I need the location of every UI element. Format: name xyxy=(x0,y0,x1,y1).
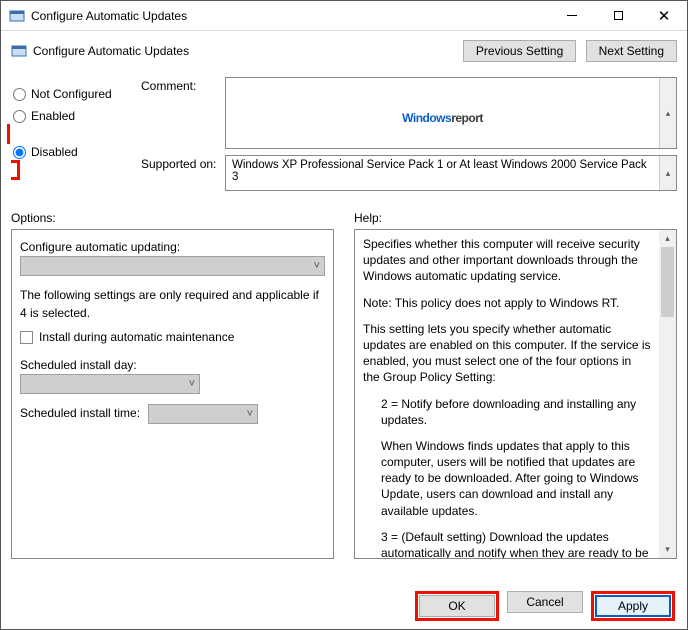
comment-textarea[interactable]: Windowsreport ▴ xyxy=(225,77,677,149)
dialog-window: Configure Automatic Updates ✕ Configure … xyxy=(0,0,688,630)
previous-setting-button[interactable]: Previous Setting xyxy=(463,40,576,62)
titlebar: Configure Automatic Updates ✕ xyxy=(1,1,687,31)
watermark-logo: Windowsreport xyxy=(402,97,483,129)
configure-updating-combo[interactable] xyxy=(20,256,325,276)
scrollbar-thumb[interactable] xyxy=(661,247,674,317)
policy-icon xyxy=(11,43,27,59)
radio-disabled[interactable]: Disabled xyxy=(11,141,141,163)
next-setting-button[interactable]: Next Setting xyxy=(586,40,677,62)
policy-icon xyxy=(9,8,25,24)
dialog-footer: OK Cancel Apply xyxy=(415,591,675,621)
highlight-ok: OK xyxy=(415,591,499,621)
cancel-button[interactable]: Cancel xyxy=(507,591,583,613)
install-day-combo[interactable] xyxy=(20,374,200,394)
maximize-button[interactable] xyxy=(595,1,641,30)
window-controls: ✕ xyxy=(549,1,687,30)
install-maintenance-checkbox[interactable]: Install during automatic maintenance xyxy=(20,328,325,346)
install-time-label: Scheduled install time: xyxy=(20,406,140,420)
subheader: Configure Automatic Updates Previous Set… xyxy=(1,31,687,71)
checkbox-icon xyxy=(20,331,33,344)
help-scrollbar[interactable]: ▴ ▾ xyxy=(659,230,676,558)
highlight-apply: Apply xyxy=(591,591,675,621)
state-radios: Not Configured Enabled Disabled xyxy=(11,77,141,197)
window-title: Configure Automatic Updates xyxy=(31,9,549,23)
close-button[interactable]: ✕ xyxy=(641,1,687,30)
policy-title: Configure Automatic Updates xyxy=(33,44,457,58)
scroll-down-icon[interactable]: ▾ xyxy=(659,541,676,558)
scroll-up-icon[interactable]: ▴ xyxy=(659,230,676,247)
scroll-up-icon[interactable]: ▴ xyxy=(659,78,676,148)
options-panel: Configure automatic updating: The follow… xyxy=(11,229,334,559)
apply-button[interactable]: Apply xyxy=(595,595,671,617)
comment-label: Comment: xyxy=(141,77,225,149)
install-day-label: Scheduled install day: xyxy=(20,356,325,374)
help-heading: Help: xyxy=(354,211,677,225)
options-note: The following settings are only required… xyxy=(20,286,325,322)
radio-not-configured[interactable]: Not Configured xyxy=(11,83,141,105)
help-panel: Specifies whether this computer will rec… xyxy=(354,229,677,559)
ok-button[interactable]: OK xyxy=(419,595,495,617)
scroll-up-icon[interactable]: ▴ xyxy=(659,156,676,190)
help-text[interactable]: Specifies whether this computer will rec… xyxy=(355,230,659,558)
supported-label: Supported on: xyxy=(141,155,225,191)
radio-enabled[interactable]: Enabled xyxy=(11,105,141,127)
supported-on-text: Windows XP Professional Service Pack 1 o… xyxy=(226,156,659,190)
supported-on-box: Windows XP Professional Service Pack 1 o… xyxy=(225,155,677,191)
configure-updating-label: Configure automatic updating: xyxy=(20,238,325,256)
highlight-disabled: Disabled xyxy=(7,124,141,180)
options-heading: Options: xyxy=(11,211,334,225)
install-time-combo[interactable] xyxy=(148,404,258,424)
minimize-button[interactable] xyxy=(549,1,595,30)
